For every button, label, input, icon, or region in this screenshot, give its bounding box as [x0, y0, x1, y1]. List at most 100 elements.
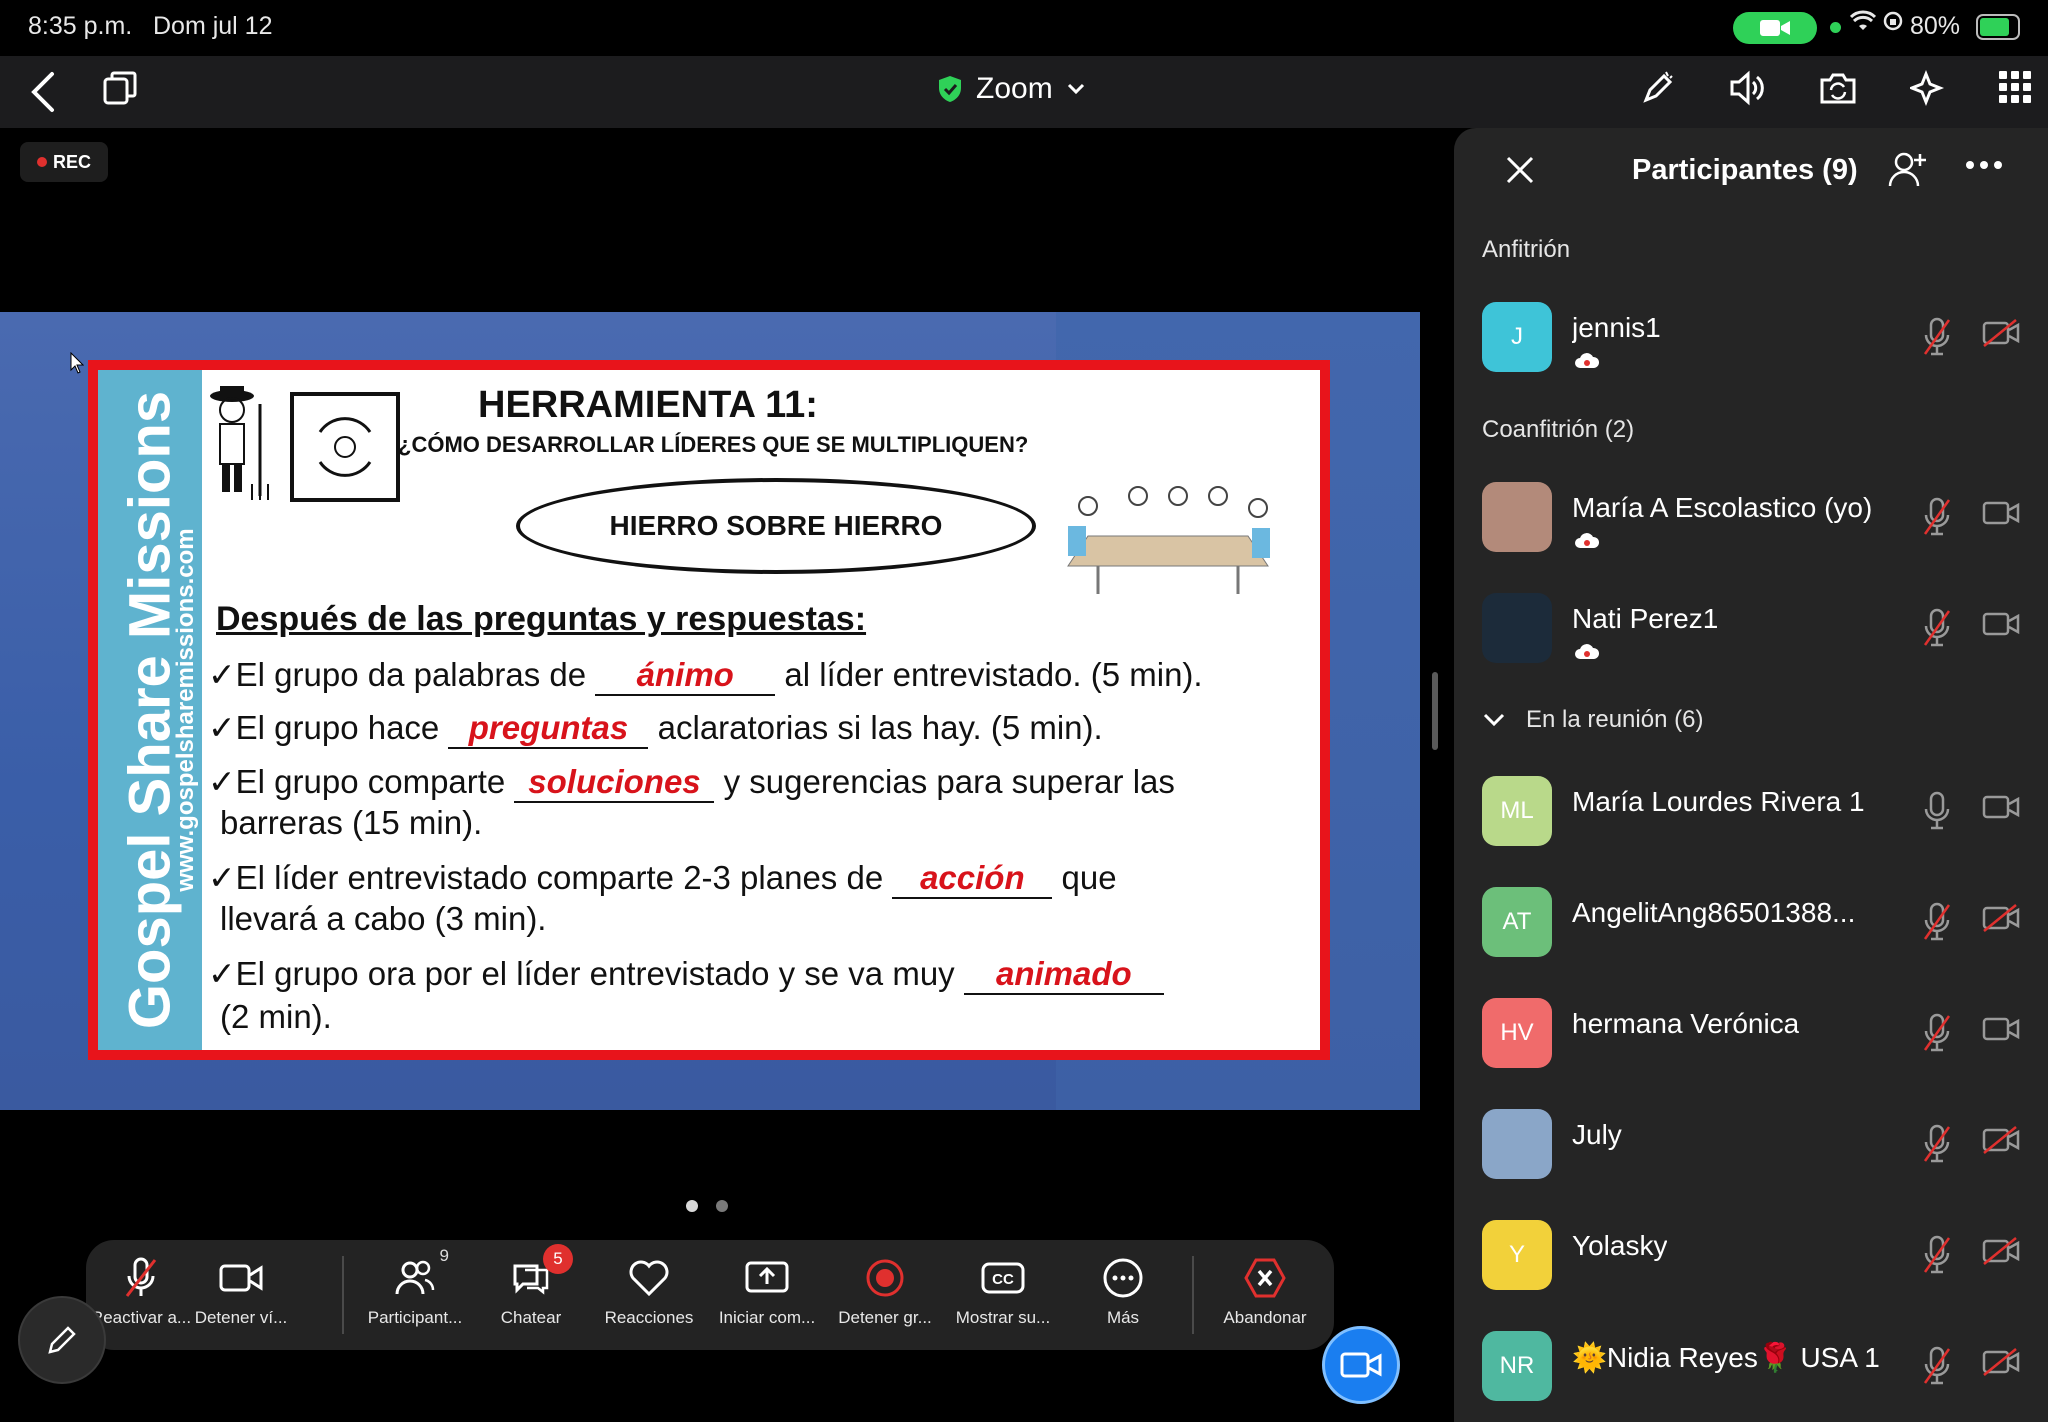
participant-name: Yolasky: [1572, 1230, 1668, 1261]
sparkle-icon[interactable]: [1910, 70, 1946, 106]
chevron-down-icon: [1483, 713, 1505, 727]
more-icon: [1103, 1258, 1143, 1298]
answer-blank: animado: [963, 955, 1164, 995]
participant-name: María Lourdes Rivera 1: [1572, 786, 1865, 817]
participant-row[interactable]: Nati Perez1: [1454, 579, 2048, 679]
answer-blank: acción: [892, 859, 1053, 899]
participant-row[interactable]: J jennis1: [1454, 288, 2048, 388]
video-icon: [1982, 1017, 2020, 1041]
video-fab[interactable]: [1322, 1326, 1400, 1404]
participant-mic-button[interactable]: [1922, 607, 1952, 654]
camera-in-use-icon: [1733, 12, 1817, 44]
participant-video-button[interactable]: [1982, 1125, 2020, 1160]
avatar: [1482, 593, 1552, 663]
video-icon: [1982, 501, 2020, 525]
participant-row[interactable]: AT AngelitAng86501388...: [1454, 873, 2048, 973]
shield-check-icon: [939, 76, 961, 102]
participant-video-button[interactable]: [1982, 792, 2020, 827]
participant-video-button[interactable]: [1982, 1236, 2020, 1271]
mic-muted-icon: [1923, 1013, 1951, 1052]
page-indicator[interactable]: [686, 1200, 728, 1212]
switch-window-button[interactable]: [102, 70, 138, 111]
participant-name: jennis1: [1572, 312, 1661, 343]
closed-captions-icon: CC: [981, 1262, 1025, 1294]
participant-row[interactable]: María A Escolastico (yo): [1454, 468, 2048, 568]
cloud-recording-icon: [1575, 644, 1600, 659]
participant-video-button[interactable]: [1982, 498, 2020, 533]
stop-recording-button[interactable]: Detener gr...: [830, 1254, 940, 1338]
meeting-toolbar: Reactivar a... Detener ví... 9 Participa…: [86, 1240, 1334, 1350]
participant-mic-button[interactable]: [1922, 1234, 1952, 1281]
meeting-top-bar: Zoom: [0, 56, 2048, 128]
switch-camera-icon[interactable]: [1818, 70, 1858, 106]
share-screen-icon: [745, 1261, 789, 1293]
meeting-title: Zoom: [976, 72, 1053, 105]
slide-item-2: ✓El grupo hace preguntas aclaratorias si…: [208, 708, 1103, 749]
participant-row[interactable]: ML María Lourdes Rivera 1: [1454, 762, 2048, 862]
panel-resize-handle[interactable]: [1432, 672, 1438, 750]
participant-video-button[interactable]: [1982, 318, 2020, 353]
avatar: NR: [1482, 1331, 1552, 1401]
slide-item-5: ✓El grupo ora por el líder entrevistado …: [208, 954, 1164, 995]
participant-row[interactable]: NR 🌞Nidia Reyes🌹 USA 1: [1454, 1317, 2048, 1417]
participant-mic-button[interactable]: [1922, 316, 1952, 363]
video-off-icon: [1982, 904, 2020, 932]
page-dot[interactable]: [686, 1200, 698, 1212]
participant-mic-button[interactable]: [1922, 901, 1952, 948]
farmer-illustration: [210, 386, 269, 500]
shared-screen[interactable]: Gospel Share Missions www.gospelsharemis…: [0, 312, 1420, 1110]
mic-muted-icon: [1923, 497, 1951, 536]
leave-button[interactable]: Abandonar: [1210, 1254, 1320, 1338]
annotate-fab[interactable]: [18, 1296, 106, 1384]
slide-heading: Después de las preguntas y respuestas:: [216, 600, 867, 638]
chat-button[interactable]: 5 Chatear: [476, 1244, 586, 1338]
participant-mic-button[interactable]: [1922, 1123, 1952, 1170]
avatar: [1482, 1109, 1552, 1179]
cursor-icon: [70, 352, 84, 374]
close-panel-button[interactable]: [1504, 154, 1536, 191]
participant-row[interactable]: Y Yolasky: [1454, 1206, 2048, 1306]
heart-icon: [629, 1260, 669, 1297]
share-screen-button[interactable]: Iniciar com...: [712, 1254, 822, 1338]
page-dot[interactable]: [716, 1200, 728, 1212]
invite-button[interactable]: [1888, 150, 1928, 195]
mic-active-dot: [1830, 22, 1841, 33]
meeting-table-illustration: [1067, 486, 1270, 594]
svg-text:CC: CC: [992, 1271, 1014, 1288]
answer-blank: ánimo: [595, 656, 776, 696]
stop-video-button[interactable]: Detener ví...: [186, 1254, 296, 1338]
participant-mic-button[interactable]: [1922, 790, 1952, 837]
reactions-button[interactable]: Reacciones: [594, 1254, 704, 1338]
participants-button[interactable]: 9 Participant...: [360, 1246, 470, 1338]
section-in-meeting-toggle[interactable]: En la reunión (6): [1482, 706, 1703, 734]
panel-more-button[interactable]: [1964, 158, 2004, 176]
answer-blank: preguntas: [448, 709, 649, 749]
slide-brand-band: Gospel Share Missions www.gospelsharemis…: [98, 370, 202, 1050]
chevron-left-icon: [31, 72, 54, 112]
apps-grid-icon[interactable]: [1998, 70, 2032, 104]
speaker-icon[interactable]: [1728, 70, 1766, 106]
captions-button[interactable]: CC Mostrar su...: [948, 1254, 1058, 1338]
cloud-recording-icon: [1575, 353, 1600, 368]
participant-mic-button[interactable]: [1922, 496, 1952, 543]
participant-mic-button[interactable]: [1922, 1345, 1952, 1392]
video-icon: [1982, 612, 2020, 636]
more-button[interactable]: Más: [1068, 1254, 1178, 1338]
answer-blank: soluciones: [514, 763, 715, 803]
status-date: Dom jul 12: [153, 12, 273, 40]
participants-panel: Participantes (9) Anfitrión Coanfitrión …: [1454, 128, 2048, 1422]
participant-video-button[interactable]: [1982, 903, 2020, 938]
meeting-title-dropdown[interactable]: Zoom: [938, 72, 1085, 106]
participant-video-button[interactable]: [1982, 609, 2020, 644]
participant-video-button[interactable]: [1982, 1014, 2020, 1049]
slide-title: HERRAMIENTA 11:: [478, 384, 818, 426]
video-off-icon: [1982, 1237, 2020, 1265]
battery-percent: 80%: [1910, 12, 1961, 40]
back-button[interactable]: [26, 70, 60, 119]
participant-row[interactable]: July: [1454, 1095, 2048, 1195]
participant-mic-button[interactable]: [1922, 1012, 1952, 1059]
participant-name: July: [1572, 1119, 1622, 1150]
participant-video-button[interactable]: [1982, 1347, 2020, 1382]
annotate-icon[interactable]: [1640, 70, 1676, 106]
participant-row[interactable]: HV hermana Verónica: [1454, 984, 2048, 1084]
